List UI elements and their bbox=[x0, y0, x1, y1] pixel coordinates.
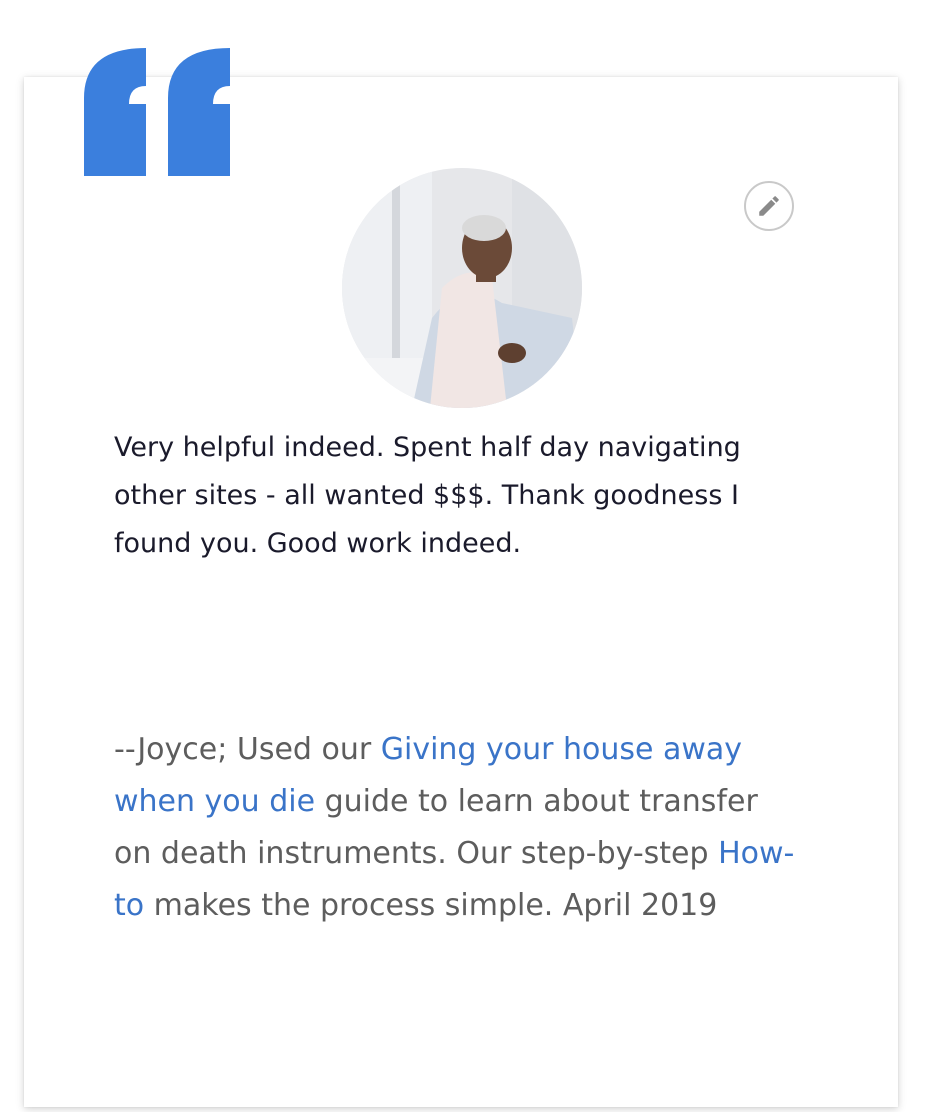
attribution-prefix: --Joyce; Used our bbox=[114, 732, 381, 767]
quote-icon bbox=[84, 48, 230, 176]
attribution-suffix: makes the process simple. April 2019 bbox=[144, 888, 718, 923]
customer-photo bbox=[342, 168, 582, 408]
review-text: Very helpful indeed. Spent half day navi… bbox=[114, 432, 741, 559]
edit-button[interactable] bbox=[744, 181, 794, 231]
attribution-text: --Joyce; Used our Giving your house away… bbox=[114, 724, 804, 932]
pencil-icon bbox=[759, 196, 779, 216]
